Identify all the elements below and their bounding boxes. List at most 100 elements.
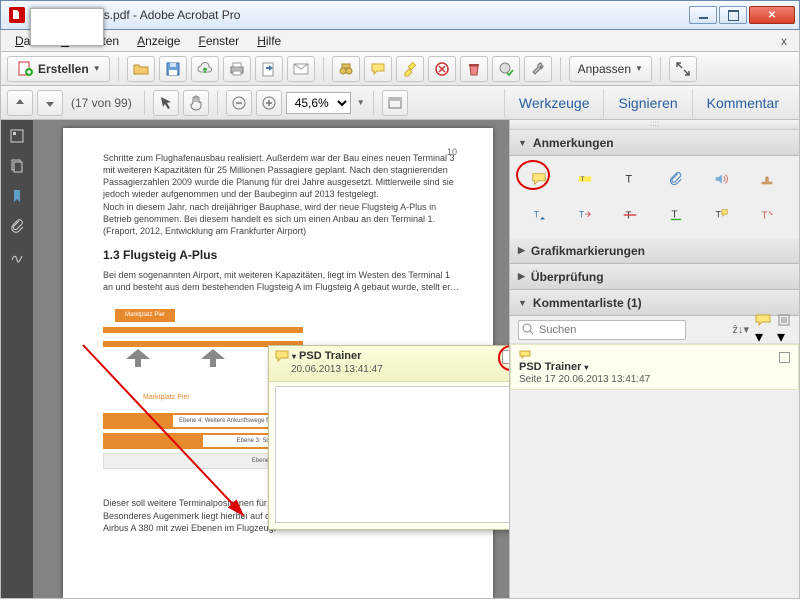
- svg-text:T: T: [716, 210, 722, 220]
- right-tabs: Werkzeuge Signieren Kommentar: [504, 89, 793, 117]
- tool-stamp[interactable]: [752, 166, 782, 192]
- tool-attach-file[interactable]: [661, 166, 691, 192]
- read-mode-button[interactable]: [382, 90, 408, 116]
- gear-check-icon: [497, 60, 515, 78]
- menu-help[interactable]: Hilfe: [249, 32, 289, 50]
- menu-window[interactable]: Fenster: [190, 32, 247, 50]
- note-date: 20.06.2013 13:41:47: [291, 364, 509, 375]
- page-down-button[interactable]: [37, 90, 63, 116]
- attachments-tab[interactable]: [7, 216, 27, 236]
- options-button[interactable]: ▾: [777, 313, 791, 347]
- tool-add-note-to-text[interactable]: T: [706, 202, 736, 228]
- comment-bubble-icon: [369, 60, 387, 78]
- navigation-pane: [1, 120, 33, 598]
- delete-tool[interactable]: [460, 56, 488, 82]
- cloud-button[interactable]: [191, 56, 219, 82]
- stamp-tool[interactable]: [428, 56, 456, 82]
- section-graphics[interactable]: ▶Grafikmarkierungen: [510, 238, 799, 264]
- body-text: Schritte zum Flughafenausbau realisiert.…: [103, 152, 461, 201]
- body-text: Noch in diesem Jahr, nach dreijähriger B…: [103, 201, 461, 237]
- zoom-select[interactable]: 45,6%: [286, 92, 351, 114]
- svg-text:T: T: [626, 211, 632, 222]
- window-title: Bachelorthesis.pdf - Adobe Acrobat Pro: [31, 8, 687, 22]
- tool-text-box[interactable]: T: [615, 166, 645, 192]
- cloud-upload-icon: [196, 60, 214, 78]
- customize-menu[interactable]: Anpassen▼: [569, 56, 652, 82]
- tool-sticky-note[interactable]: [524, 166, 554, 192]
- window-titlebar: Bachelorthesis.pdf - Adobe Acrobat Pro: [0, 0, 800, 30]
- comment-bubble-icon: [275, 349, 289, 363]
- comment-list-item[interactable]: PSD Trainer ▾ Seite 17 20.06.2013 13:41:…: [510, 344, 799, 390]
- tool-replace-text[interactable]: T: [570, 202, 600, 228]
- comments-panel: :::: ▼Anmerkungen T T T T T T T T ▶Grafi…: [509, 120, 799, 598]
- tab-tools[interactable]: Werkzeuge: [504, 89, 604, 117]
- close-button[interactable]: [749, 6, 795, 24]
- bookmarks-tab[interactable]: [7, 186, 27, 206]
- tab-sign[interactable]: Signieren: [603, 89, 691, 117]
- maximize-button[interactable]: [719, 6, 747, 24]
- highlight-tool[interactable]: [396, 56, 424, 82]
- page-number-input[interactable]: [30, 8, 104, 46]
- share-icon: [260, 60, 278, 78]
- sticky-tool[interactable]: [364, 56, 392, 82]
- open-button[interactable]: [127, 56, 155, 82]
- annotation-tools: T T T T T T T T: [510, 156, 799, 238]
- tool-highlight-text[interactable]: T: [570, 166, 600, 192]
- document-viewport[interactable]: 10 Schritte zum Flughafenausbau realisie…: [33, 120, 509, 598]
- section-annotations[interactable]: ▼Anmerkungen: [510, 130, 799, 156]
- share-button[interactable]: [255, 56, 283, 82]
- tab-comment[interactable]: Kommentar: [692, 89, 793, 117]
- thumbnails-tab[interactable]: [7, 126, 27, 146]
- save-button[interactable]: [159, 56, 187, 82]
- note-minimize-button[interactable]: [502, 350, 509, 364]
- sort-button[interactable]: ẑ↓▾: [732, 323, 749, 336]
- hand-tool[interactable]: [183, 90, 209, 116]
- printer-icon: [228, 60, 246, 78]
- page-up-button[interactable]: [7, 90, 33, 116]
- tool-underline[interactable]: T: [661, 202, 691, 228]
- minimize-button[interactable]: [689, 6, 717, 24]
- note-header[interactable]: ▾ PSD Trainer 20.06.2013 13:41:47: [269, 346, 509, 382]
- tool-text-correction[interactable]: T: [752, 202, 782, 228]
- select-tool[interactable]: [153, 90, 179, 116]
- tool-strikethrough[interactable]: T: [615, 202, 645, 228]
- customize-tool[interactable]: [524, 56, 552, 82]
- panel-grip[interactable]: ::::: [510, 120, 799, 130]
- svg-text:T: T: [578, 210, 584, 220]
- comment-meta: Seite 17 20.06.2013 13:41:47: [519, 374, 790, 385]
- search-tool[interactable]: [332, 56, 360, 82]
- create-button[interactable]: Erstellen ▼: [7, 56, 110, 82]
- stamp-cancel-icon: [433, 60, 451, 78]
- email-button[interactable]: [287, 56, 315, 82]
- note-textarea[interactable]: [275, 386, 509, 523]
- comment-checkbox[interactable]: [779, 352, 790, 363]
- tool-insert-text[interactable]: T: [524, 202, 554, 228]
- section-review[interactable]: ▶Überprüfung: [510, 264, 799, 290]
- highlighter-icon: [401, 60, 419, 78]
- page-count-label: (17 von 99): [67, 96, 136, 110]
- tool-audio[interactable]: [706, 166, 736, 192]
- fullscreen-button[interactable]: [669, 56, 697, 82]
- print-button[interactable]: [223, 56, 251, 82]
- signatures-tab[interactable]: [7, 246, 27, 266]
- filter-button[interactable]: ▾: [755, 313, 771, 347]
- sticky-note-popup[interactable]: ▾ PSD Trainer 20.06.2013 13:41:47: [268, 345, 509, 530]
- nav-toolbar: (17 von 99) 45,6% ▼ Werkzeuge Signieren …: [0, 86, 800, 120]
- svg-text:T: T: [580, 176, 584, 183]
- search-icon: [522, 323, 534, 335]
- folder-open-icon: [132, 60, 150, 78]
- zoom-out-button[interactable]: [226, 90, 252, 116]
- page-number-label: 10: [447, 146, 457, 158]
- main-toolbar: Erstellen ▼ Anpassen▼: [0, 52, 800, 86]
- expand-icon: [674, 60, 692, 78]
- floppy-icon: [164, 60, 182, 78]
- svg-text:T: T: [761, 211, 767, 222]
- create-icon: [16, 60, 34, 78]
- action-tool[interactable]: [492, 56, 520, 82]
- menu-view[interactable]: Anzeige: [129, 32, 188, 50]
- menubar-close[interactable]: x: [777, 34, 791, 48]
- zoom-in-button[interactable]: [256, 90, 282, 116]
- pages-tab[interactable]: [7, 156, 27, 176]
- menubar: Datei Bearbeiten Anzeige Fenster Hilfe x: [0, 30, 800, 52]
- comment-search-input[interactable]: [518, 320, 686, 340]
